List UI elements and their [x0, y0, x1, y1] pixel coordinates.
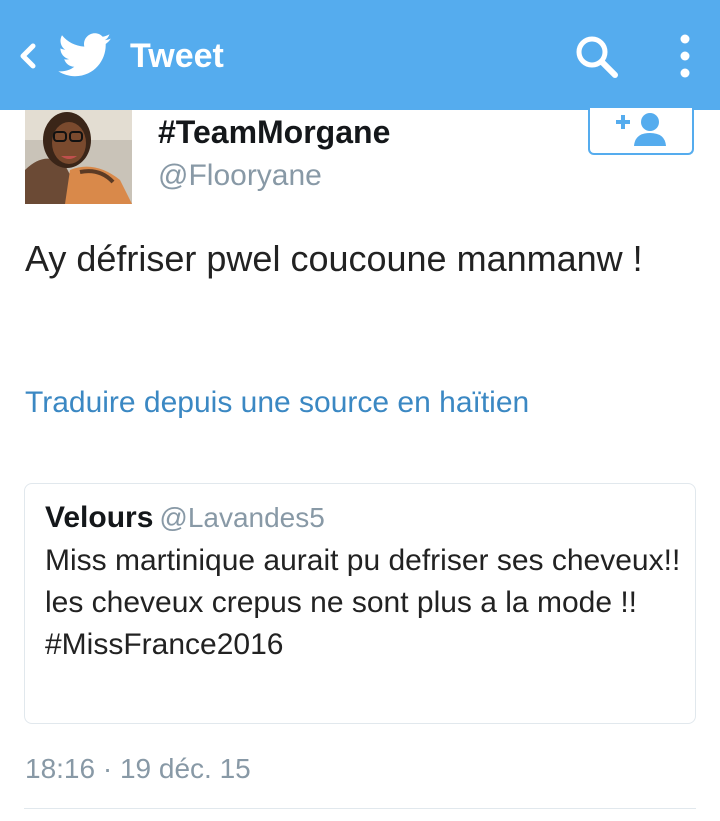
page-title: Tweet [130, 37, 224, 75]
twitter-bird-icon [58, 33, 111, 77]
author-display-name[interactable]: #TeamMorgane [158, 112, 390, 152]
tweet-timestamp: 18:16 · 19 déc. 15 [25, 753, 251, 784]
quoted-tweet-text: Miss martinique aurait pu defriser ses c… [45, 544, 681, 661]
author-handle[interactable]: @Flooryane [158, 158, 322, 194]
avatar-photo [25, 110, 132, 204]
search-icon[interactable] [574, 34, 620, 80]
follow-button[interactable] [588, 108, 694, 155]
add-user-icon [616, 113, 666, 146]
more-vertical-icon[interactable] [672, 32, 698, 80]
quoted-author-name: Velours [45, 501, 154, 534]
divider [24, 808, 696, 809]
quoted-tweet-header: Velours @Lavandes5 [45, 500, 325, 541]
avatar[interactable] [25, 110, 132, 204]
quoted-tweet-card[interactable]: Velours @Lavandes5 Miss martinique aurait… [24, 483, 696, 724]
chevron-left-icon[interactable] [14, 38, 42, 74]
quoted-author-handle: @Lavandes5 [159, 502, 325, 533]
translate-link[interactable]: Traduire depuis une source en haïtien [25, 385, 529, 421]
tweet-text: Ay défriser pwel coucoune manmanw ! [25, 238, 643, 279]
top-app-bar: Tweet [0, 0, 720, 110]
